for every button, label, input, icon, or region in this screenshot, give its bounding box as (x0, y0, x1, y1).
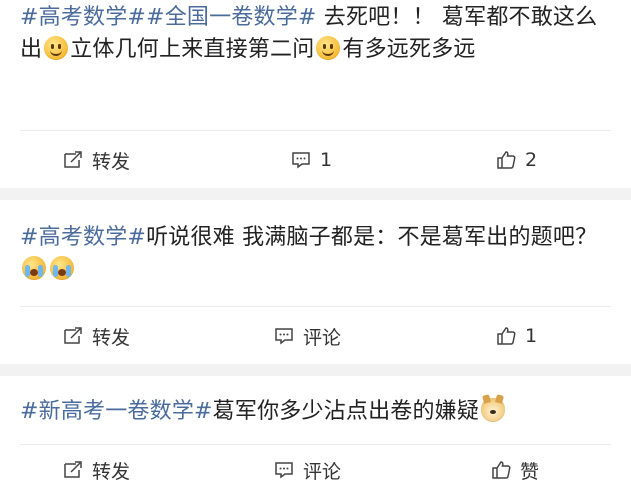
divider (20, 306, 611, 307)
divider (20, 130, 611, 131)
post-separator (0, 364, 631, 376)
repost-icon (64, 327, 82, 344)
repost-label: 转发 (92, 326, 131, 349)
comment-label: 评论 (303, 460, 342, 483)
hashtag-link[interactable]: #新高考一卷数学# (20, 399, 213, 424)
like-button[interactable]: 赞 (490, 448, 539, 492)
comment-icon (275, 462, 293, 479)
comment-count: 1 (320, 149, 333, 171)
post-1: #高考数学##全国一卷数学# 去死吧！！ 葛军都不敢这么出 立体几何上来直接第二问… (0, 0, 631, 188)
post-body-text: 有多远死多远 (342, 37, 476, 62)
repost-label: 转发 (92, 460, 131, 483)
post-text: #高考数学##全国一卷数学# 去死吧！！ 葛军都不敢这么出 立体几何上来直接第二问… (20, 2, 613, 66)
hashtag-link[interactable]: #高考数学# (20, 5, 146, 30)
like-button[interactable]: 2 (495, 138, 537, 182)
cry-emoji (50, 256, 74, 280)
comment-icon (292, 152, 310, 169)
post-text: #新高考一卷数学#葛军你多少沾点出卷的嫌疑 (20, 396, 613, 428)
post-text: #高考数学#听说很难 我满脑子都是：不是葛军出的题吧？ (20, 222, 613, 286)
comment-button[interactable]: 评论 (273, 314, 341, 358)
post-body-text: 立体几何上来直接第二问 (70, 37, 315, 62)
post-body-text: 葛军你多少沾点出卷的嫌疑 (212, 399, 480, 424)
action-bar: 转发 评论 1 (0, 314, 631, 358)
like-count: 1 (525, 325, 538, 347)
action-bar: 转发 1 2 (0, 138, 631, 182)
post-2: #高考数学#听说很难 我满脑子都是：不是葛军出的题吧？ 转发 评论 1 (0, 200, 631, 364)
comment-button[interactable]: 1 (290, 138, 332, 182)
post-body-text: 听说很难 我满脑子都是：不是葛军出的题吧？ (146, 225, 598, 250)
repost-button[interactable]: 转发 (62, 314, 130, 358)
post-separator (0, 188, 631, 200)
cry-emoji (22, 256, 46, 280)
like-count: 2 (525, 149, 538, 171)
repost-label: 转发 (92, 150, 131, 173)
comment-icon (275, 328, 293, 345)
repost-icon (64, 151, 82, 168)
like-icon (497, 151, 516, 169)
weibo-feed: #高考数学##全国一卷数学# 去死吧！！ 葛军都不敢这么出 立体几何上来直接第二问… (0, 0, 631, 504)
like-label: 赞 (520, 460, 540, 483)
comment-button[interactable]: 评论 (273, 448, 341, 492)
smile-emoji (44, 36, 69, 60)
like-icon (497, 327, 516, 345)
divider (20, 444, 611, 445)
smile-emoji (316, 36, 341, 60)
like-button[interactable]: 1 (495, 314, 537, 358)
hashtag-link[interactable]: #全国一卷数学# (146, 5, 316, 30)
post-3: #新高考一卷数学#葛军你多少沾点出卷的嫌疑 转发 评论 赞 (0, 376, 631, 504)
hashtag-link[interactable]: #高考数学# (20, 225, 146, 250)
like-icon (492, 461, 511, 479)
comment-label: 评论 (303, 326, 342, 349)
repost-button[interactable]: 转发 (62, 138, 130, 182)
repost-button[interactable]: 转发 (62, 448, 130, 492)
action-bar: 转发 评论 赞 (0, 448, 631, 492)
doge-emoji (481, 398, 506, 422)
repost-icon (64, 461, 82, 478)
